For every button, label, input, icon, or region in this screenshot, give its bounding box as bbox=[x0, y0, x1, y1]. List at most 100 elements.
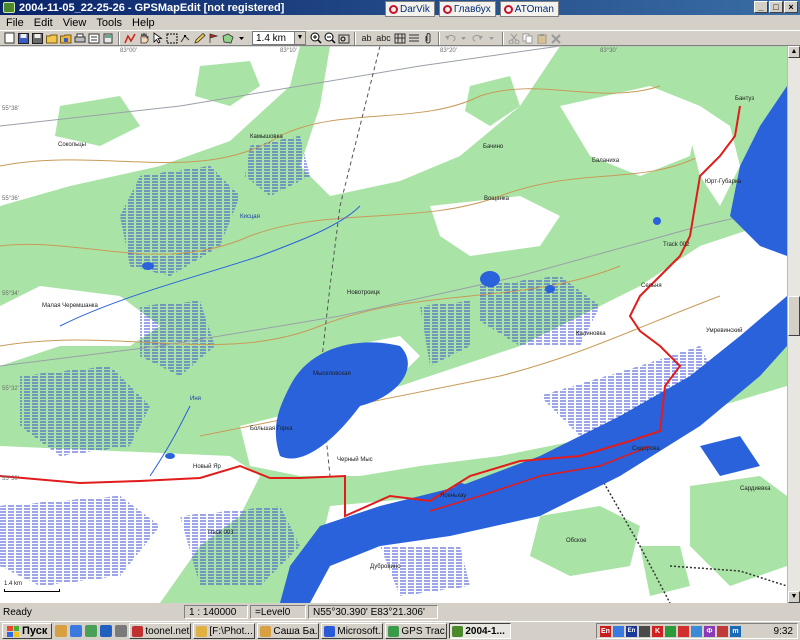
toolbar-separator bbox=[118, 31, 120, 45]
start-button[interactable]: Пуск bbox=[2, 623, 53, 639]
place-label: Новотроицк bbox=[347, 290, 380, 296]
polygon-icon[interactable] bbox=[221, 32, 234, 45]
coord-lon-label: 83°10' bbox=[280, 48, 297, 54]
print-icon[interactable] bbox=[73, 32, 86, 45]
place-label: Обское bbox=[566, 538, 587, 544]
settings-icon[interactable] bbox=[115, 625, 128, 637]
explorer-icon[interactable] bbox=[85, 625, 98, 637]
pan-hand-icon[interactable] bbox=[137, 32, 150, 45]
windows-logo-icon bbox=[7, 625, 19, 637]
scroll-up-icon[interactable]: ▲ bbox=[788, 46, 800, 58]
place-label: Камышовка bbox=[250, 134, 283, 140]
scale-select[interactable]: 1.4 km ▼ bbox=[252, 31, 306, 45]
list-icon[interactable] bbox=[407, 32, 420, 45]
zoom-in-icon[interactable] bbox=[309, 32, 322, 45]
menu-file[interactable]: File bbox=[2, 17, 30, 29]
app-icon bbox=[132, 625, 144, 637]
tray-icon[interactable] bbox=[639, 625, 650, 637]
map-drawing bbox=[0, 46, 787, 603]
minimize-button[interactable]: _ bbox=[754, 1, 768, 13]
redo-dropdown-icon[interactable] bbox=[485, 32, 498, 45]
mail-icon[interactable] bbox=[100, 625, 113, 637]
chevron-down-icon[interactable]: ▼ bbox=[294, 32, 305, 44]
undo-dropdown-icon[interactable] bbox=[457, 32, 470, 45]
edit-node-icon[interactable] bbox=[179, 32, 192, 45]
task-folder[interactable]: [F:\Phot... bbox=[193, 623, 256, 639]
menu-edit[interactable]: Edit bbox=[30, 17, 59, 29]
title-bar: 2004-11-05_22-25-26 - GPSMapEdit [not re… bbox=[0, 0, 800, 17]
language-indicator[interactable]: En bbox=[600, 625, 611, 637]
status-ready: Ready bbox=[3, 606, 32, 618]
tray-icon[interactable] bbox=[717, 625, 728, 637]
browser-icon[interactable] bbox=[70, 625, 83, 637]
coord-lat-label: 55°32' bbox=[2, 386, 19, 392]
zoom-rect-icon[interactable] bbox=[337, 32, 350, 45]
save-icon[interactable] bbox=[17, 32, 30, 45]
scroll-down-icon[interactable]: ▼ bbox=[788, 591, 800, 603]
waypoint-icon[interactable] bbox=[207, 32, 220, 45]
place-label: Калиновка bbox=[576, 331, 606, 337]
map-canvas[interactable]: 55°38' 55°36' 55°34' 55°32' 55°30' 83°00… bbox=[0, 46, 787, 603]
gps-icon[interactable] bbox=[101, 32, 114, 45]
antivirus-icon[interactable]: K bbox=[652, 625, 663, 637]
new-icon[interactable] bbox=[3, 32, 16, 45]
paste-icon[interactable] bbox=[535, 32, 548, 45]
grid-icon[interactable] bbox=[393, 32, 406, 45]
scroll-thumb[interactable] bbox=[788, 296, 800, 336]
label-tool-2-icon[interactable]: abc bbox=[375, 32, 392, 45]
place-label: Мысеповская bbox=[313, 371, 351, 377]
task-toonel[interactable]: toonel.net bbox=[129, 623, 192, 639]
task-sasha[interactable]: Саша Ба... bbox=[257, 623, 320, 639]
menu-help[interactable]: Help bbox=[128, 17, 161, 29]
river-label: Иня bbox=[190, 396, 201, 402]
attach-icon[interactable] bbox=[421, 32, 434, 45]
label-tool-icon[interactable]: ab bbox=[359, 32, 374, 45]
task-gps-track[interactable]: GPS Trac... bbox=[385, 623, 448, 639]
vertical-scrollbar[interactable]: ▲ ▼ bbox=[787, 46, 800, 603]
select-arrow-icon[interactable] bbox=[151, 32, 164, 45]
tray-icon[interactable] bbox=[691, 625, 702, 637]
track-tool-icon[interactable] bbox=[123, 32, 136, 45]
task-microsoft[interactable]: Microsoft... bbox=[321, 623, 384, 639]
copy-icon[interactable] bbox=[521, 32, 534, 45]
open-icon[interactable] bbox=[45, 32, 58, 45]
pencil-icon[interactable] bbox=[193, 32, 206, 45]
close-button[interactable]: × bbox=[784, 1, 798, 13]
task-gpsmapedit[interactable]: 2004-1... bbox=[449, 623, 512, 639]
menu-tools[interactable]: Tools bbox=[92, 17, 128, 29]
language-en-icon[interactable]: En bbox=[626, 625, 637, 637]
redo-icon[interactable] bbox=[471, 32, 484, 45]
menu-view[interactable]: View bbox=[59, 17, 93, 29]
zoom-out-icon[interactable] bbox=[323, 32, 336, 45]
properties-icon[interactable] bbox=[87, 32, 100, 45]
scale-bar-line bbox=[4, 589, 60, 592]
rect-select-icon[interactable] bbox=[165, 32, 178, 45]
tray-icon[interactable] bbox=[665, 625, 676, 637]
coord-lat-label: 55°38' bbox=[2, 106, 19, 112]
folder-icon bbox=[260, 625, 272, 637]
place-label: Сардиевка bbox=[740, 486, 771, 492]
river-label: Кисцая bbox=[240, 214, 260, 220]
tray-icon[interactable] bbox=[678, 625, 689, 637]
undo-icon[interactable] bbox=[443, 32, 456, 45]
target-icon bbox=[389, 4, 398, 14]
system-tray: En En K Ф m 9:32 bbox=[596, 623, 798, 639]
place-label: Новый Яр bbox=[193, 464, 221, 470]
export-icon[interactable] bbox=[59, 32, 72, 45]
tray-icon[interactable] bbox=[613, 625, 624, 637]
save-as-icon[interactable] bbox=[31, 32, 44, 45]
toolbar: 1.4 km ▼ ab abc bbox=[0, 30, 800, 46]
place-label: Баланиха bbox=[592, 158, 620, 164]
place-label: Умревинский bbox=[706, 328, 743, 334]
messenger-icon[interactable]: m bbox=[730, 625, 741, 637]
place-label: Сидорова bbox=[632, 446, 660, 452]
desktop-icon[interactable] bbox=[55, 625, 68, 637]
folder-icon bbox=[196, 625, 208, 637]
coord-lat-label: 55°36' bbox=[2, 196, 19, 202]
cut-icon[interactable] bbox=[507, 32, 520, 45]
taskbar: Пуск toonel.net [F:\Phot... Саша Ба... M… bbox=[0, 621, 800, 640]
delete-icon[interactable] bbox=[549, 32, 562, 45]
maximize-button[interactable]: □ bbox=[769, 1, 783, 13]
tray-f-icon[interactable]: Ф bbox=[704, 625, 715, 637]
dropdown-arrow-icon[interactable] bbox=[235, 32, 248, 45]
